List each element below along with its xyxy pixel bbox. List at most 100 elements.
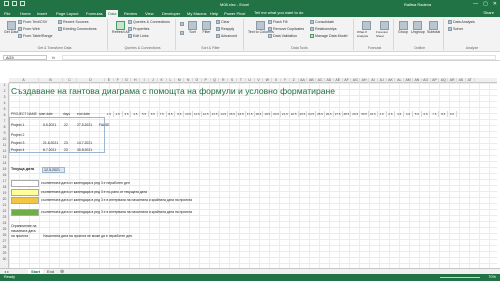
legend-swatch-in-range-green[interactable] — [11, 209, 39, 216]
row-header[interactable]: 4 — [0, 101, 9, 105]
tab-power-pivot[interactable]: Power Pivot — [222, 10, 247, 17]
day-number-cell[interactable]: 6.5 — [149, 111, 158, 117]
zoom-slider[interactable] — [440, 277, 480, 278]
row-header[interactable]: 21 — [0, 203, 9, 207]
day-number-cell[interactable]: 3.5 — [123, 111, 132, 117]
day-number-cell[interactable]: 13.5 — [211, 111, 220, 117]
row-header[interactable]: 22 — [0, 209, 9, 213]
tab-formulas[interactable]: Formulas — [84, 10, 105, 17]
day-number-cell[interactable]: 31.5 — [369, 111, 378, 117]
start-date-cell[interactable]: 5.5.2021 — [43, 122, 56, 128]
tab-developer[interactable]: Developer — [160, 10, 182, 17]
day-number-cell[interactable]: 24.5 — [307, 111, 317, 117]
days-cell[interactable]: 22 — [64, 122, 68, 128]
day-number-cell[interactable]: 7.6 — [430, 111, 440, 117]
row-header[interactable]: 16 — [0, 173, 9, 177]
restore-button[interactable]: ▢ — [483, 1, 488, 7]
row-header[interactable]: 17 — [0, 179, 9, 183]
days-cell[interactable]: 23 — [64, 147, 68, 153]
tab-page-layout[interactable]: Page Layout — [54, 10, 80, 17]
day-number-cell[interactable]: 5.5 — [140, 111, 149, 117]
legend-text-weekend[interactable]: съответната дата от календара в ред 3 е … — [41, 181, 130, 185]
tab-insert[interactable]: Insert — [35, 10, 49, 17]
tab-home[interactable]: Home — [18, 10, 33, 17]
advanced-button[interactable]: Advanced — [216, 34, 237, 38]
tab-help[interactable]: Help — [208, 10, 220, 17]
row-header[interactable]: 14 — [0, 161, 9, 165]
day-number-cell[interactable]: 15.5 — [228, 111, 237, 117]
row-header[interactable]: 24 — [0, 221, 9, 225]
tab-review[interactable]: Review — [122, 10, 139, 17]
undo-icon[interactable] — [12, 1, 17, 6]
day-number-cell[interactable]: 14.5 — [219, 111, 229, 117]
constraint-note[interactable]: Ограничение на началната дата на проекта — [11, 224, 39, 239]
day-number-cell[interactable]: 3.6 — [395, 111, 405, 117]
row-header[interactable]: 10 — [0, 137, 9, 141]
day-number-cell[interactable]: 27.5 — [334, 111, 343, 117]
user-name[interactable]: Ralitsa Radeva — [404, 2, 431, 7]
row-header[interactable]: 3 — [0, 95, 9, 99]
project-name-cell[interactable]: Project 2 — [11, 132, 24, 138]
day-number-cell[interactable]: 9.6 — [448, 111, 457, 117]
row-header[interactable]: 15 — [0, 167, 9, 171]
row-header[interactable]: 26 — [0, 233, 9, 237]
day-number-cell[interactable]: 23.5 — [299, 111, 308, 117]
properties-button[interactable]: Properties — [128, 27, 149, 31]
tab-data[interactable]: Data — [106, 10, 119, 17]
edit-links-button[interactable]: Edit Links — [128, 34, 149, 38]
row-header[interactable]: 9 — [0, 131, 9, 135]
data-analysis-button[interactable]: Data Analysis — [448, 20, 475, 24]
existing-connections-button[interactable]: Existing Connections — [58, 27, 97, 31]
fx-icon[interactable]: fx — [52, 55, 55, 60]
day-number-cell[interactable]: 1.6 — [378, 111, 387, 117]
row-header[interactable]: 25 — [0, 227, 9, 231]
sheet-title[interactable]: Създаване на гантова диаграма с помощта … — [11, 86, 335, 96]
legend-text-in-range-green[interactable]: съответната дата от календара в ред 3 е … — [41, 210, 192, 214]
day-number-cell[interactable]: 2.6 — [387, 111, 396, 117]
forecast-sheet-button[interactable]: Forecast Sheet — [376, 21, 393, 38]
day-number-cell[interactable]: 11.5 — [193, 111, 202, 117]
row-header[interactable]: 28 — [0, 245, 9, 249]
row-header[interactable]: 8 — [0, 125, 9, 129]
extra-cell[interactable]: FALSE — [99, 122, 110, 128]
zoom-level[interactable]: 70% — [488, 275, 496, 279]
project-name-cell[interactable]: Project 1 — [11, 122, 24, 128]
start-date-cell[interactable]: 8.7.2021 — [43, 147, 56, 153]
sort-az-button[interactable] — [180, 22, 184, 26]
reapply-button[interactable]: Reapply — [216, 27, 234, 31]
day-number-cell[interactable]: 25.5 — [316, 111, 325, 117]
row-header[interactable]: 7 — [0, 119, 9, 123]
minimize-button[interactable]: — — [473, 1, 478, 7]
flash-fill-button[interactable]: Flash Fill — [268, 20, 287, 24]
refresh-all-button[interactable]: Refresh All — [112, 21, 129, 34]
days-cell[interactable]: 23 — [64, 140, 68, 146]
tab-my-macros[interactable]: My Macros — [185, 10, 209, 17]
clear-button[interactable]: Clear — [216, 20, 230, 24]
start-date-cell[interactable]: 21.6.2021 — [43, 140, 58, 146]
sort-button[interactable]: Sort — [188, 21, 197, 34]
remove-duplicates-button[interactable]: Remove Duplicates — [268, 27, 304, 31]
end-date-cell[interactable]: 27.5.2021 — [77, 122, 92, 128]
row-header[interactable]: 2 — [0, 89, 9, 93]
legend-swatch-weekend[interactable] — [11, 180, 39, 187]
day-number-cell[interactable]: 29.5 — [351, 111, 361, 117]
tab-file[interactable]: File — [2, 10, 12, 17]
day-number-cell[interactable]: 16.5 — [237, 111, 246, 117]
row-header[interactable]: 29 — [0, 251, 9, 255]
tab-view[interactable]: View — [143, 10, 156, 17]
formula-input[interactable] — [62, 55, 496, 60]
day-number-cell[interactable]: 1.5 — [105, 111, 114, 117]
today-label[interactable]: Текуща дата — [11, 167, 34, 171]
day-number-cell[interactable]: 5.6 — [413, 111, 422, 117]
legend-text-in-range[interactable]: съответната дата от календара в ред 3 е … — [41, 198, 192, 202]
day-number-cell[interactable]: 28.5 — [343, 111, 352, 117]
what-if-button[interactable]: What-If Analysis — [357, 21, 375, 38]
row-header[interactable]: 23 — [0, 215, 9, 219]
day-number-cell[interactable]: 17.5 — [246, 111, 255, 117]
from-text-button[interactable]: From Text/CSV — [18, 20, 47, 24]
row-header[interactable]: 18 — [0, 185, 9, 189]
day-number-cell[interactable]: 20.5 — [272, 111, 281, 117]
project-name-cell[interactable]: Project 4 — [11, 147, 24, 153]
legend-swatch-past[interactable] — [11, 189, 39, 196]
day-number-cell[interactable]: 19.5 — [263, 111, 273, 117]
